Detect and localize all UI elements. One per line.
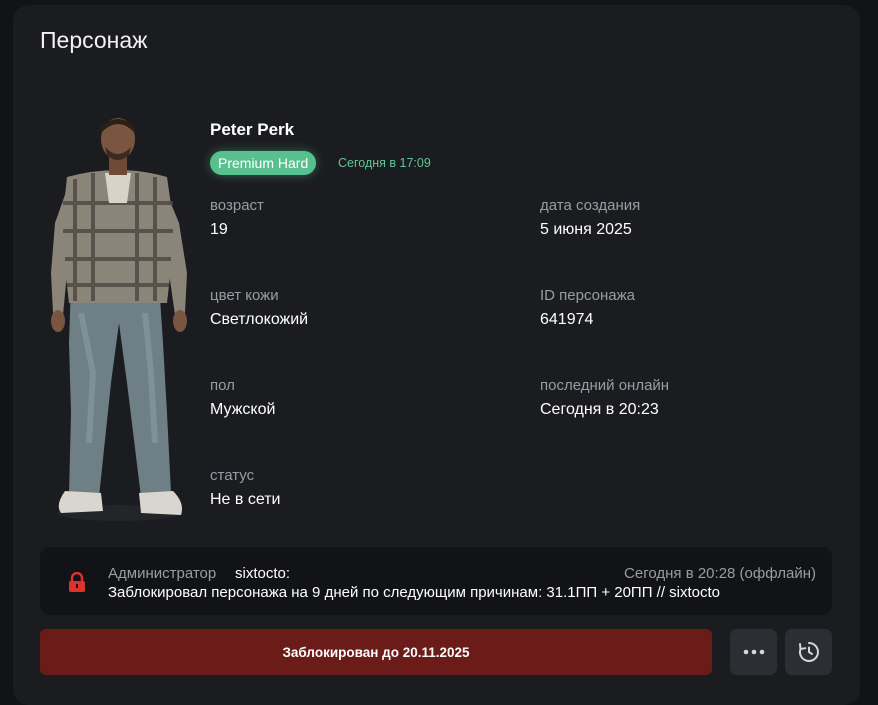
gender-value: Мужской (210, 401, 276, 418)
character-id-value: 641974 (540, 311, 594, 328)
age-label: возраст (210, 197, 264, 214)
created-value: 5 июня 2025 (540, 221, 632, 238)
character-name: Peter Perk (210, 120, 295, 139)
ban-admin-prefix: Администратор (108, 565, 217, 582)
created-label: дата создания (540, 197, 641, 214)
premium-time: Сегодня в 17:09 (338, 156, 431, 170)
character-id-label: ID персонажа (540, 287, 635, 304)
lock-icon (69, 572, 85, 592)
age-value: 19 (210, 221, 228, 238)
ban-reason: Заблокировал персонажа на 9 дней по след… (108, 584, 721, 601)
character-avatar (51, 118, 187, 521)
more-button[interactable] (730, 629, 777, 675)
more-icon (743, 649, 764, 655)
history-button[interactable] (785, 629, 832, 675)
ban-time: Сегодня в 20:28 (оффлайн) (624, 565, 816, 582)
gender-label: пол (210, 377, 235, 394)
skin-label: цвет кожи (210, 287, 279, 304)
status-value: Не в сети (210, 491, 281, 508)
last-online-value: Сегодня в 20:23 (540, 401, 659, 418)
skin-value: Светлокожий (210, 311, 309, 328)
character-card: Персонаж Peter Perk Premium Hard Сегодня… (13, 5, 860, 705)
history-icon (798, 642, 819, 662)
last-online-label: последний онлайн (540, 377, 670, 394)
section-title: Персонаж (40, 27, 148, 53)
banned-until-button[interactable]: Заблокирован до 20.11.2025 (40, 629, 712, 675)
ban-admin-name: sixtocto: (235, 565, 291, 582)
status-label: статус (210, 467, 255, 484)
ban-notice: Администратор sixtocto: Сегодня в 20:28 … (40, 547, 832, 615)
premium-badge: Premium Hard (210, 151, 317, 175)
